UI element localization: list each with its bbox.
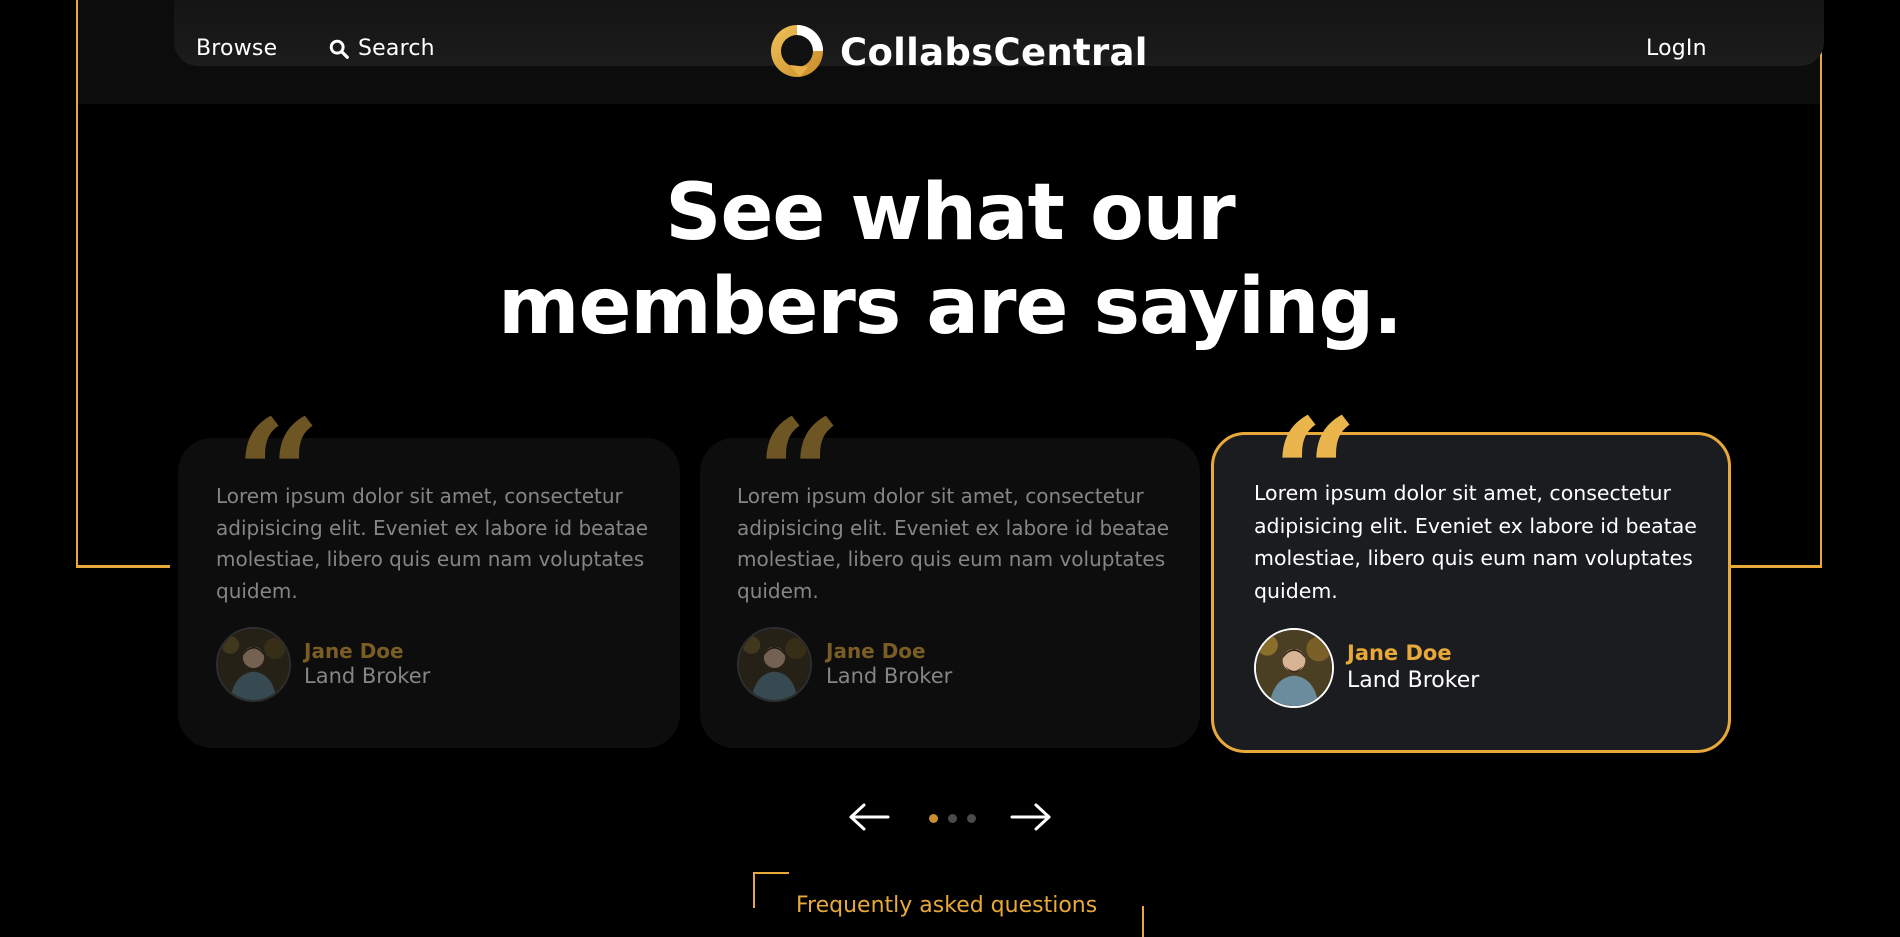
- slider-dot[interactable]: [967, 814, 976, 823]
- testimonial-role: Land Broker: [304, 664, 431, 688]
- testimonial-quote: Lorem ipsum dolor sit amet, consectetur …: [737, 484, 1170, 603]
- nav-search-link[interactable]: Search: [328, 36, 435, 61]
- heading-line-2: members are saying.: [498, 262, 1403, 352]
- testimonial-name: Jane Doe: [1347, 641, 1452, 665]
- arrow-left-icon[interactable]: [848, 802, 890, 832]
- heading-line-1: See what our: [665, 168, 1235, 258]
- frame-line-left-bottom: [76, 565, 170, 568]
- frame-line-right-bottom: [1730, 565, 1822, 568]
- brand-name: CollabsCentral: [840, 30, 1148, 74]
- section-heading: See what our members are saying.: [0, 166, 1900, 354]
- nav-browse-link[interactable]: Browse: [196, 36, 277, 61]
- quote-icon: “: [1272, 399, 1358, 549]
- faq-frame-corner: [753, 872, 789, 908]
- slider-dot[interactable]: [929, 814, 938, 823]
- testimonial-quote: Lorem ipsum dolor sit amet, consectetur …: [216, 484, 649, 603]
- nav-search-label: Search: [358, 36, 435, 61]
- slider-dots: [929, 814, 976, 823]
- testimonial-role: Land Broker: [1347, 668, 1480, 693]
- avatar: [216, 627, 291, 702]
- quote-icon: “: [756, 400, 842, 550]
- slider-dot[interactable]: [948, 814, 957, 823]
- search-icon: [329, 39, 349, 59]
- quote-icon: “: [235, 400, 321, 550]
- arrow-right-icon[interactable]: [1010, 802, 1052, 832]
- login-link[interactable]: LogIn: [1646, 36, 1707, 61]
- logo-icon: [771, 25, 823, 77]
- testimonial-name: Jane Doe: [304, 639, 404, 663]
- avatar: [737, 627, 812, 702]
- brand-logo[interactable]: CollabsCentral: [768, 21, 1148, 83]
- faq-heading[interactable]: Frequently asked questions: [796, 893, 1097, 918]
- avatar: [1254, 628, 1334, 708]
- testimonial-quote: Lorem ipsum dolor sit amet, consectetur …: [1254, 481, 1697, 603]
- faq-frame-line: [1142, 906, 1144, 937]
- testimonial-role: Land Broker: [826, 664, 953, 688]
- testimonial-name: Jane Doe: [826, 639, 926, 663]
